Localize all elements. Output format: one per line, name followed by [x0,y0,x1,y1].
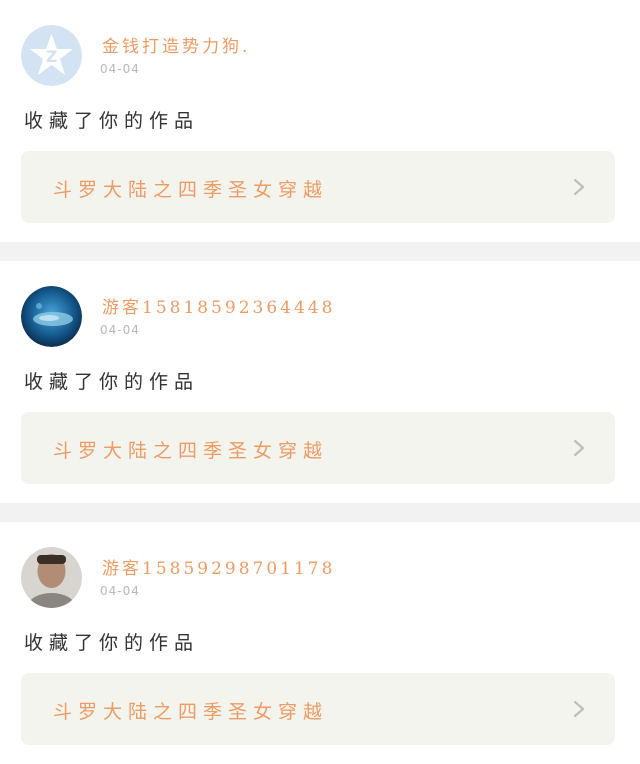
work-link[interactable]: 斗罗大陆之四季圣女穿越 [21,673,615,745]
timestamp: 04-04 [100,62,140,76]
work-title: 斗罗大陆之四季圣女穿越 [53,701,329,723]
username[interactable]: 游客15859298701178 [102,554,335,579]
svg-text:Z: Z [46,47,58,66]
chevron-right-icon [573,700,585,718]
action-text: 收藏了你的作品 [24,110,200,132]
chevron-right-icon [573,178,585,196]
divider [0,242,640,261]
action-text: 收藏了你的作品 [24,632,200,654]
fish-photo-avatar-icon [21,286,82,347]
notification-item: 游客15859298701178 04-04 收藏了你的作品 斗罗大陆之四季圣女… [0,522,640,764]
divider [0,503,640,522]
username[interactable]: 金钱打造势力狗. [102,32,250,57]
avatar[interactable] [21,286,82,347]
avatar[interactable]: Z [21,25,82,86]
notification-item: Z 金钱打造势力狗. 04-04 收藏了你的作品 斗罗大陆之四季圣女穿越 [0,0,640,242]
work-link[interactable]: 斗罗大陆之四季圣女穿越 [21,151,615,223]
timestamp: 04-04 [100,584,140,598]
notification-item: 游客15818592364448 04-04 收藏了你的作品 斗罗大陆之四季圣女… [0,261,640,503]
work-title: 斗罗大陆之四季圣女穿越 [53,179,329,201]
qq-default-avatar-icon: Z [21,25,82,86]
work-title: 斗罗大陆之四季圣女穿越 [53,440,329,462]
username[interactable]: 游客15818592364448 [102,293,335,318]
action-text: 收藏了你的作品 [24,371,200,393]
avatar[interactable] [21,547,82,608]
work-link[interactable]: 斗罗大陆之四季圣女穿越 [21,412,615,484]
notification-feed: Z 金钱打造势力狗. 04-04 收藏了你的作品 斗罗大陆之四季圣女穿越 游客1… [0,0,640,764]
chevron-right-icon [573,439,585,457]
timestamp: 04-04 [100,323,140,337]
person-photo-avatar-icon [21,547,82,608]
